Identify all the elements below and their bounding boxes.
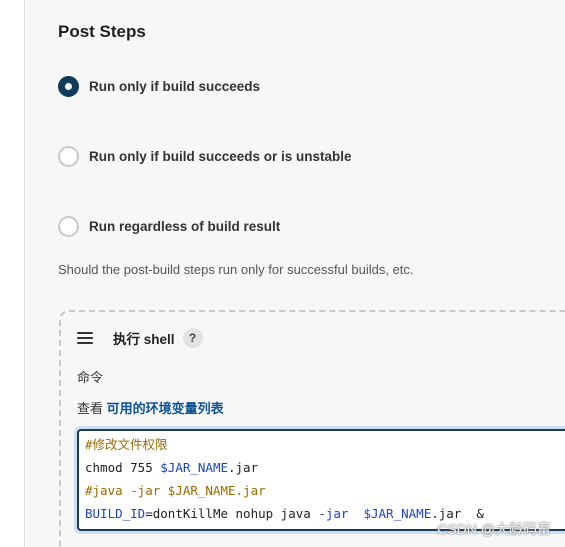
post-steps-panel: Post Steps Run only if build succeeds Ru… bbox=[26, 0, 565, 547]
shell-command-textarea[interactable]: #修改文件权限 chmod 755 $JAR_NAME.jar #java -jar… bbox=[77, 429, 565, 531]
radio-option-label: Run only if build succeeds bbox=[89, 79, 261, 94]
code-line-2: chmod 755 $JAR_NAME.jar bbox=[85, 460, 259, 475]
env-prefix: 查看 bbox=[77, 401, 107, 416]
radio-selected-icon[interactable] bbox=[58, 76, 79, 97]
code-line-3: #java -jar $JAR_NAME.jar bbox=[85, 483, 266, 498]
csdn-watermark: CSDN @大龄码畜 bbox=[437, 521, 551, 537]
radio-option-regardless[interactable]: Run regardless of build result bbox=[58, 216, 280, 237]
step-header: 执行 shell ? bbox=[77, 328, 203, 348]
help-icon[interactable]: ? bbox=[182, 328, 203, 348]
radio-option-label: Run only if build succeeds or is unstabl… bbox=[89, 149, 352, 164]
command-label: 命令 bbox=[77, 370, 104, 385]
env-vars-link[interactable]: 可用的环境变量列表 bbox=[107, 401, 224, 416]
drag-handle-icon[interactable] bbox=[77, 332, 93, 344]
radio-unselected-icon[interactable] bbox=[58, 146, 79, 167]
code-line-1: #修改文件权限 bbox=[85, 437, 168, 452]
post-steps-help-text: Should the post-build steps run only for… bbox=[58, 262, 414, 277]
radio-option-label: Run regardless of build result bbox=[89, 219, 281, 234]
radio-unselected-icon[interactable] bbox=[58, 216, 79, 237]
env-vars-line: 查看 可用的环境变量列表 bbox=[77, 398, 224, 417]
radio-option-succeeds-or-unstable[interactable]: Run only if build succeeds or is unstabl… bbox=[58, 146, 352, 167]
step-title: 执行 shell bbox=[113, 332, 175, 347]
radio-option-succeeds[interactable]: Run only if build succeeds bbox=[58, 76, 260, 97]
left-rail bbox=[0, 0, 25, 547]
execute-shell-step: 执行 shell ? 命令 查看 可用的环境变量列表 #修改文件权限 chmod … bbox=[59, 310, 565, 547]
post-steps-title: Post Steps bbox=[58, 22, 146, 41]
